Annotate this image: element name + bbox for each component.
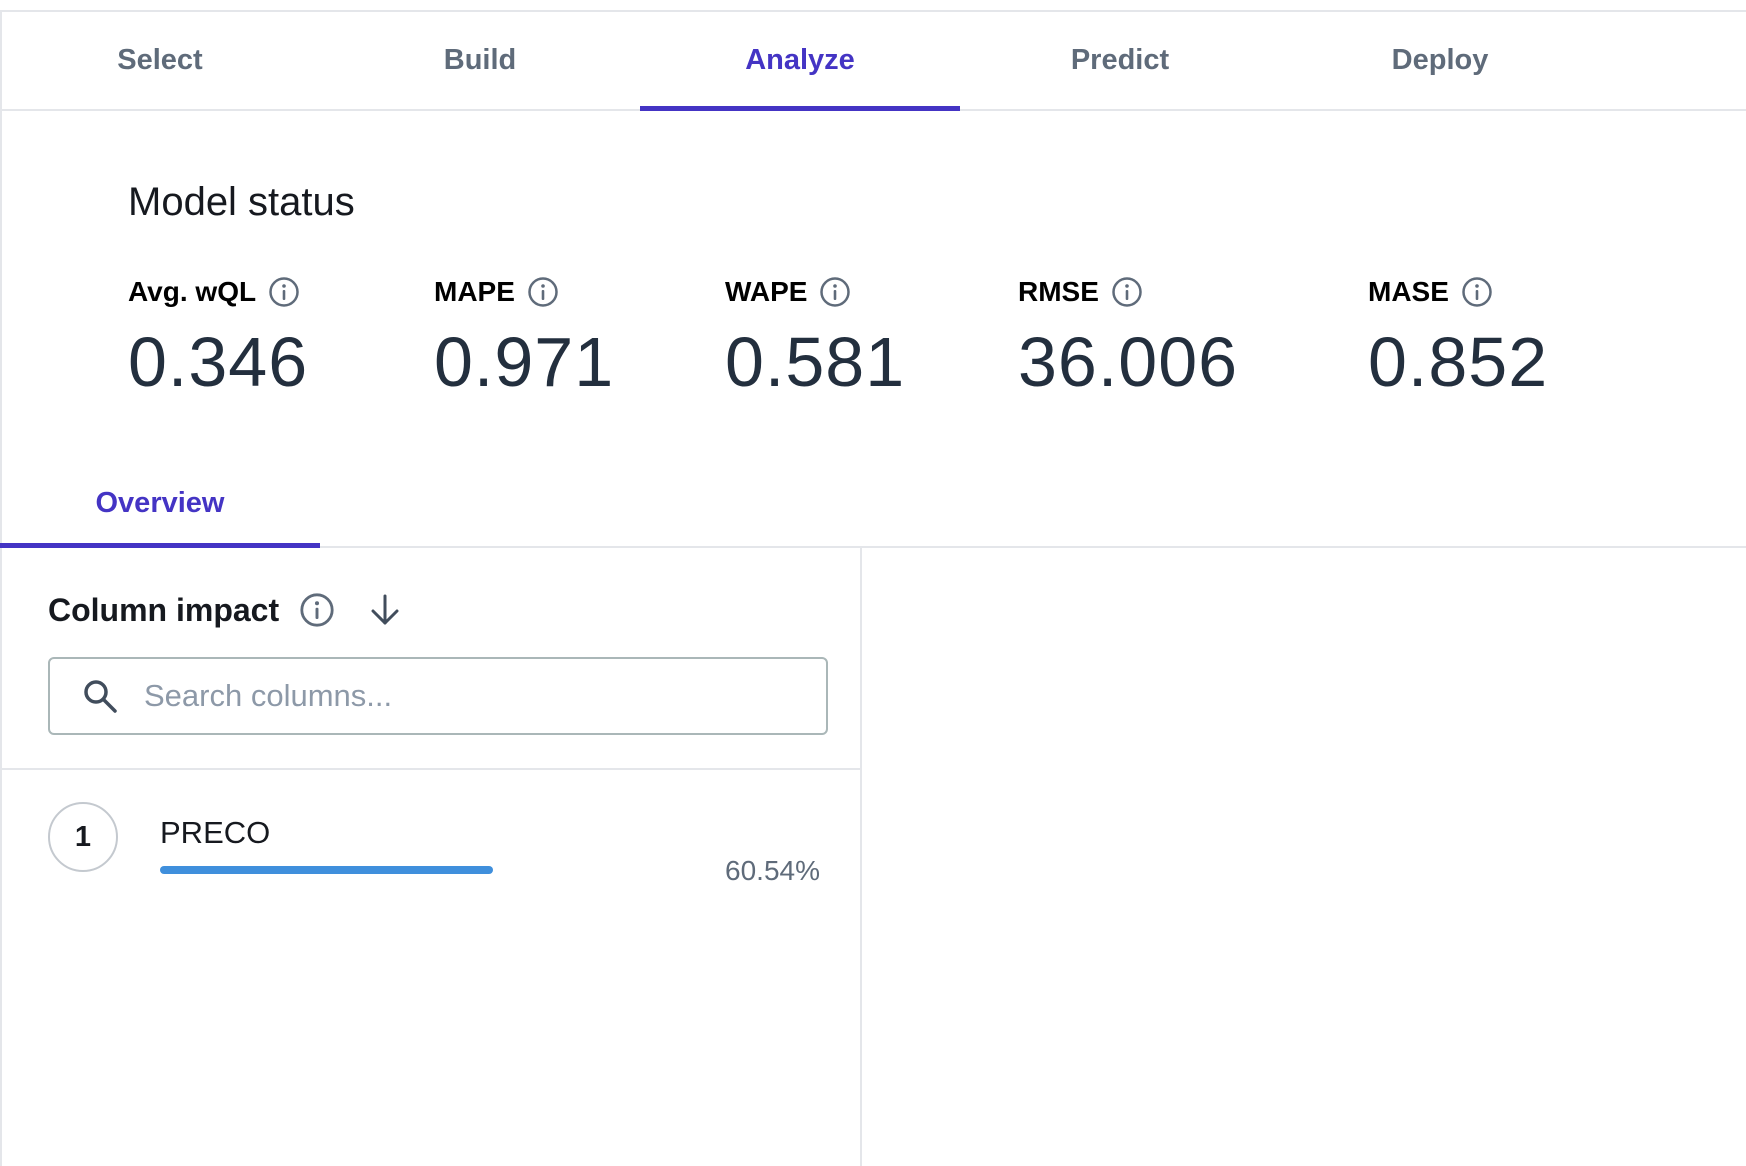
impact-bar [160,866,710,874]
tab-predict[interactable]: Predict [960,12,1280,109]
metric-value: 0.346 [128,323,309,401]
metric-value: 0.581 [725,323,906,401]
rank-badge: 1 [48,802,118,872]
info-icon[interactable] [819,276,851,308]
metric-label: MASE [1368,276,1449,307]
tab-analyze[interactable]: Analyze [640,12,960,111]
wizard-tabs: Select Build Analyze Predict Deploy [0,12,1746,111]
metric-label: WAPE [725,276,808,307]
model-status-title: Model status [128,180,355,224]
metric-label: MAPE [434,276,515,307]
info-icon[interactable] [527,276,559,308]
impact-percent: 60.54% [725,855,820,886]
metric-value: 36.006 [1018,323,1239,401]
search-columns-box[interactable] [48,657,828,735]
panel-divider [860,548,862,1166]
metric-wape: WAPE 0.581 [725,270,905,402]
left-border [0,10,2,1166]
tab-overview[interactable]: Overview [0,460,320,548]
search-columns-input[interactable] [142,677,826,715]
analysis-tabs: Overview [0,460,1746,548]
tab-deploy[interactable]: Deploy [1280,12,1600,109]
info-icon[interactable] [1461,276,1493,308]
metric-value: 0.971 [434,323,615,401]
column-name: PRECO [160,815,271,850]
metric-label: RMSE [1018,276,1099,307]
metric-mase: MASE 0.852 [1368,270,1548,402]
list-divider [0,768,860,770]
info-icon[interactable] [268,276,300,308]
info-icon[interactable] [299,592,335,628]
tab-build[interactable]: Build [320,12,640,109]
search-icon [84,680,117,713]
arrow-down-icon[interactable] [365,590,405,630]
column-impact-title: Column impact [48,591,280,628]
metric-rmse: RMSE 36.006 [1018,270,1238,402]
column-impact-header: Column impact [48,588,405,632]
tab-select[interactable]: Select [0,12,320,109]
metric-label: Avg. wQL [128,276,257,307]
impact-bar-fill [160,866,493,874]
metric-value: 0.852 [1368,323,1549,401]
metric-avg-wql: Avg. wQL 0.346 [128,270,308,402]
info-icon[interactable] [1111,276,1143,308]
metric-mape: MAPE 0.971 [434,270,614,402]
